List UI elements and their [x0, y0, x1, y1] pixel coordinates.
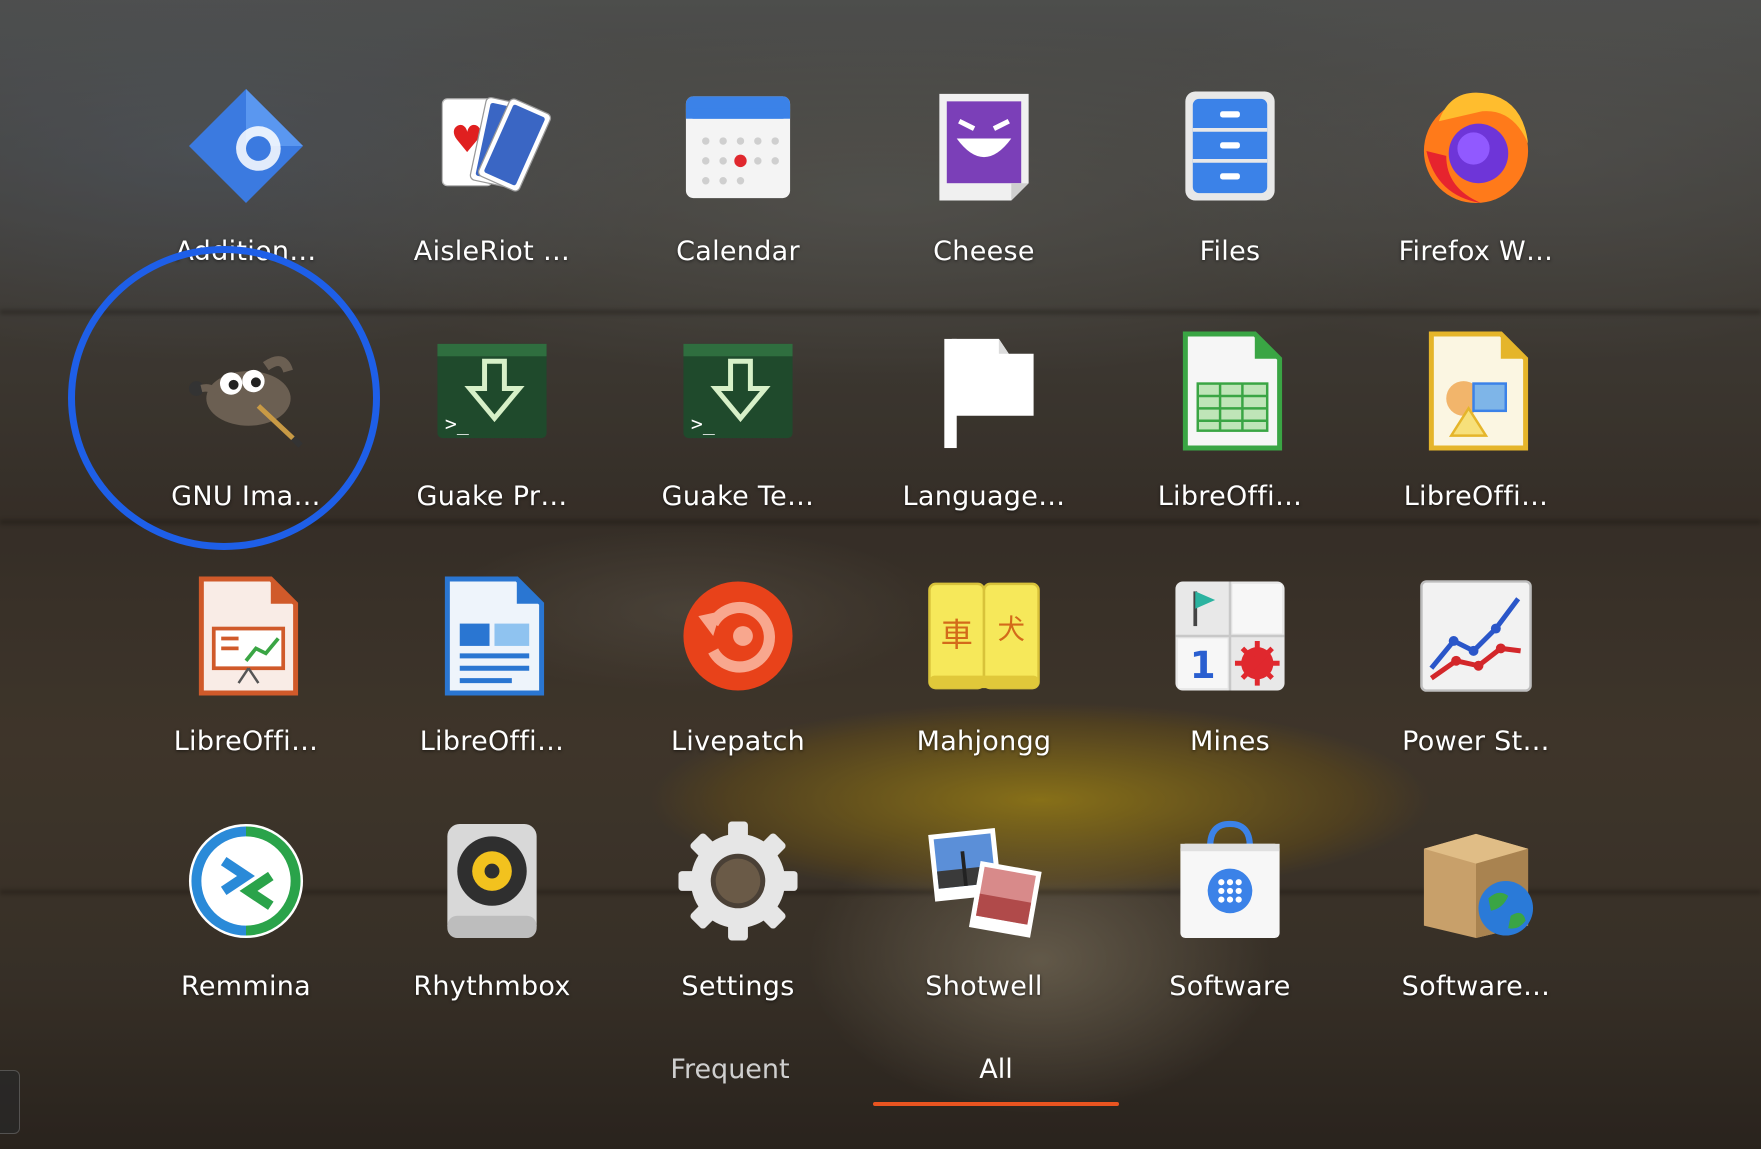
app-label: Guake Te…	[661, 481, 815, 512]
tab-frequent[interactable]: Frequent	[610, 1040, 850, 1100]
edge-handle[interactable]	[0, 1070, 20, 1134]
svg-text:車: 車	[941, 616, 973, 654]
app-label: LibreOffi…	[1403, 481, 1549, 512]
app-label: Livepatch	[670, 726, 806, 757]
svg-text:犬: 犬	[998, 614, 1025, 645]
app-libreoffice-impress[interactable]: LibreOffi…	[126, 550, 366, 780]
app-label: Mines	[1189, 726, 1271, 757]
app-firefox[interactable]: Firefox W…	[1356, 60, 1596, 290]
app-power-statistics[interactable]: Power St…	[1356, 550, 1596, 780]
app-software[interactable]: Software	[1110, 795, 1350, 1025]
mahjongg-tiles-icon: 車 犬	[918, 570, 1050, 702]
app-label: Cheese	[933, 236, 1035, 267]
app-gimp[interactable]: GNU Ima…	[126, 305, 366, 535]
livepatch-icon	[672, 570, 804, 702]
app-libreoffice-writer[interactable]: LibreOffi…	[372, 550, 612, 780]
software-updater-icon	[1410, 815, 1542, 947]
guake-icon: >_	[672, 325, 804, 457]
app-software-updater[interactable]: Software…	[1356, 795, 1596, 1025]
app-shotwell[interactable]: Shotwell	[864, 795, 1104, 1025]
app-files[interactable]: Files	[1110, 60, 1350, 290]
app-label: Addition…	[175, 236, 317, 267]
app-label: Power St…	[1402, 726, 1550, 757]
additional-drivers-icon	[180, 80, 312, 212]
svg-text:1: 1	[1190, 643, 1216, 687]
app-remmina[interactable]: Remmina	[126, 795, 366, 1025]
app-guake-terminal[interactable]: >_ Guake Te…	[618, 305, 858, 535]
calendar-icon	[672, 80, 804, 212]
libreoffice-calc-icon	[1164, 325, 1296, 457]
aisleriot-cards-icon: ♥	[426, 80, 558, 212]
app-libreoffice-calc[interactable]: LibreOffi…	[1110, 305, 1350, 535]
remmina-icon	[180, 815, 312, 947]
svg-text:>_: >_	[445, 413, 469, 436]
app-label: Calendar	[676, 236, 800, 267]
app-label: Rhythmbox	[413, 971, 571, 1002]
gimp-icon	[180, 325, 312, 457]
guake-icon: >_	[426, 325, 558, 457]
app-label: Mahjongg	[916, 726, 1052, 757]
app-label: Files	[1199, 236, 1261, 267]
app-label: AisleRiot …	[413, 236, 571, 267]
app-mahjongg[interactable]: 車 犬 Mahjongg	[864, 550, 1104, 780]
mines-icon: 1	[1164, 570, 1296, 702]
app-additional-drivers[interactable]: Addition…	[126, 60, 366, 290]
rhythmbox-speaker-icon	[426, 815, 558, 947]
app-label: Software	[1169, 971, 1291, 1002]
app-label: LibreOffi…	[419, 726, 565, 757]
app-livepatch[interactable]: Livepatch	[618, 550, 858, 780]
app-label: Remmina	[180, 971, 312, 1002]
libreoffice-impress-icon	[180, 570, 312, 702]
tab-all-label: All	[979, 1054, 1013, 1085]
app-grid: Addition… ♥ AisleRiot … Calendar Cheese …	[0, 0, 1761, 1149]
svg-text:>_: >_	[691, 413, 715, 436]
app-guake-preferences[interactable]: >_ Guake Pr…	[372, 305, 612, 535]
tab-all[interactable]: All	[873, 1040, 1119, 1106]
view-switcher: Frequent All	[0, 1040, 1761, 1120]
app-calendar[interactable]: Calendar	[618, 60, 858, 290]
app-label: LibreOffi…	[1157, 481, 1303, 512]
app-mines[interactable]: 1 Mines	[1110, 550, 1350, 780]
app-settings[interactable]: Settings	[618, 795, 858, 1025]
software-bag-icon	[1164, 815, 1296, 947]
app-aisleriot[interactable]: ♥ AisleRiot …	[372, 60, 612, 290]
app-language-support[interactable]: Language…	[864, 305, 1104, 535]
app-label: GNU Ima…	[171, 481, 321, 512]
libreoffice-draw-icon	[1410, 325, 1542, 457]
settings-gear-icon	[672, 815, 804, 947]
active-tab-indicator	[873, 1102, 1119, 1106]
cheese-icon	[918, 80, 1050, 212]
power-statistics-icon	[1410, 570, 1542, 702]
app-label: Firefox W…	[1398, 236, 1554, 267]
firefox-icon	[1410, 80, 1542, 212]
app-label: Guake Pr…	[416, 481, 568, 512]
app-label: Language…	[902, 481, 1066, 512]
app-rhythmbox[interactable]: Rhythmbox	[372, 795, 612, 1025]
app-label: Shotwell	[925, 971, 1043, 1002]
app-cheese[interactable]: Cheese	[864, 60, 1104, 290]
app-label: LibreOffi…	[173, 726, 319, 757]
libreoffice-writer-icon	[426, 570, 558, 702]
app-libreoffice-draw[interactable]: LibreOffi…	[1356, 305, 1596, 535]
shotwell-photos-icon	[918, 815, 1050, 947]
files-cabinet-icon	[1164, 80, 1296, 212]
app-label: Software…	[1401, 971, 1551, 1002]
app-label: Settings	[681, 971, 795, 1002]
language-flag-icon	[918, 325, 1050, 457]
